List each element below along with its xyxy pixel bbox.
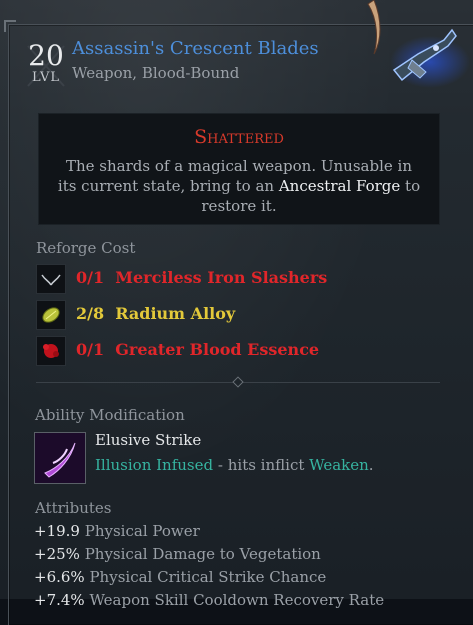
attribute-row: +7.4% Weapon Skill Cooldown Recovery Rat… <box>34 591 384 609</box>
reforge-cost-text: 2/8 Radium Alloy <box>76 304 235 323</box>
attribute-value: +7.4% <box>34 591 85 609</box>
item-name: Assassin's Crescent Blades <box>72 38 319 59</box>
attribute-row: +25% Physical Damage to Vegetation <box>34 545 321 563</box>
reforge-cost-text: 0/1 Greater Blood Essence <box>76 340 319 359</box>
attribute-value: +25% <box>34 545 80 563</box>
shattered-notice: Shattered The shards of a magical weapon… <box>38 113 440 225</box>
iron-slashers-icon <box>36 264 66 294</box>
reforge-cost-name: Greater Blood Essence <box>115 340 320 359</box>
ability-mod-keyword: Illusion Infused <box>95 456 214 474</box>
attribute-row: +6.6% Physical Critical Strike Chance <box>34 568 326 586</box>
shattered-description: The shards of a magical weapon. Unusable… <box>57 156 421 216</box>
item-level-label: LVL <box>31 70 61 85</box>
ability-desc-text: - hits inflict <box>213 456 310 474</box>
radium-alloy-icon <box>36 300 66 330</box>
reforge-cost-name: Radium Alloy <box>115 304 236 323</box>
attribute-name: Weapon Skill Cooldown Recovery Rate <box>89 591 385 609</box>
reforge-cost-count: 0/1 <box>76 340 105 359</box>
reforge-cost-row: 0/1 Greater Blood Essence <box>36 336 396 366</box>
attribute-name: Physical Damage to Vegetation <box>84 545 321 563</box>
item-type: Weapon, Blood-Bound <box>72 64 240 82</box>
reforge-cost-count: 0/1 <box>76 268 105 287</box>
ability-effect-keyword: Weaken <box>309 456 369 474</box>
attribute-name: Physical Critical Strike Chance <box>89 568 327 586</box>
attributes-label: Attributes <box>35 499 112 517</box>
frame-corner-ornament <box>4 20 16 32</box>
shattered-title: Shattered <box>194 126 284 148</box>
ability-description: Illusion Infused - hits inflict Weaken. <box>95 456 374 474</box>
elusive-strike-icon <box>34 432 86 484</box>
crescent-blades-weapon-icon <box>367 0 470 88</box>
item-level-number: 20 <box>28 39 64 72</box>
ancestral-forge-keyword: Ancestral Forge <box>278 177 401 195</box>
ability-desc-end: . <box>368 456 374 474</box>
reforge-cost-label: Reforge Cost <box>36 239 136 257</box>
ability-modification-label: Ability Modification <box>35 406 185 424</box>
reforge-cost-name: Merciless Iron Slashers <box>115 268 328 287</box>
blood-essence-icon <box>36 336 66 366</box>
attribute-row: +19.9 Physical Power <box>34 522 200 540</box>
reforge-cost-row: 0/1 Merciless Iron Slashers <box>36 264 396 294</box>
attribute-value: +6.6% <box>34 568 85 586</box>
reforge-cost-count: 2/8 <box>76 304 105 323</box>
item-level-badge: 20 LVL <box>24 39 68 87</box>
reforge-cost-row: 2/8 Radium Alloy <box>36 300 396 330</box>
ability-name: Elusive Strike <box>95 431 202 449</box>
attribute-name: Physical Power <box>84 522 200 540</box>
reforge-cost-text: 0/1 Merciless Iron Slashers <box>76 268 327 287</box>
attribute-value: +19.9 <box>34 522 80 540</box>
